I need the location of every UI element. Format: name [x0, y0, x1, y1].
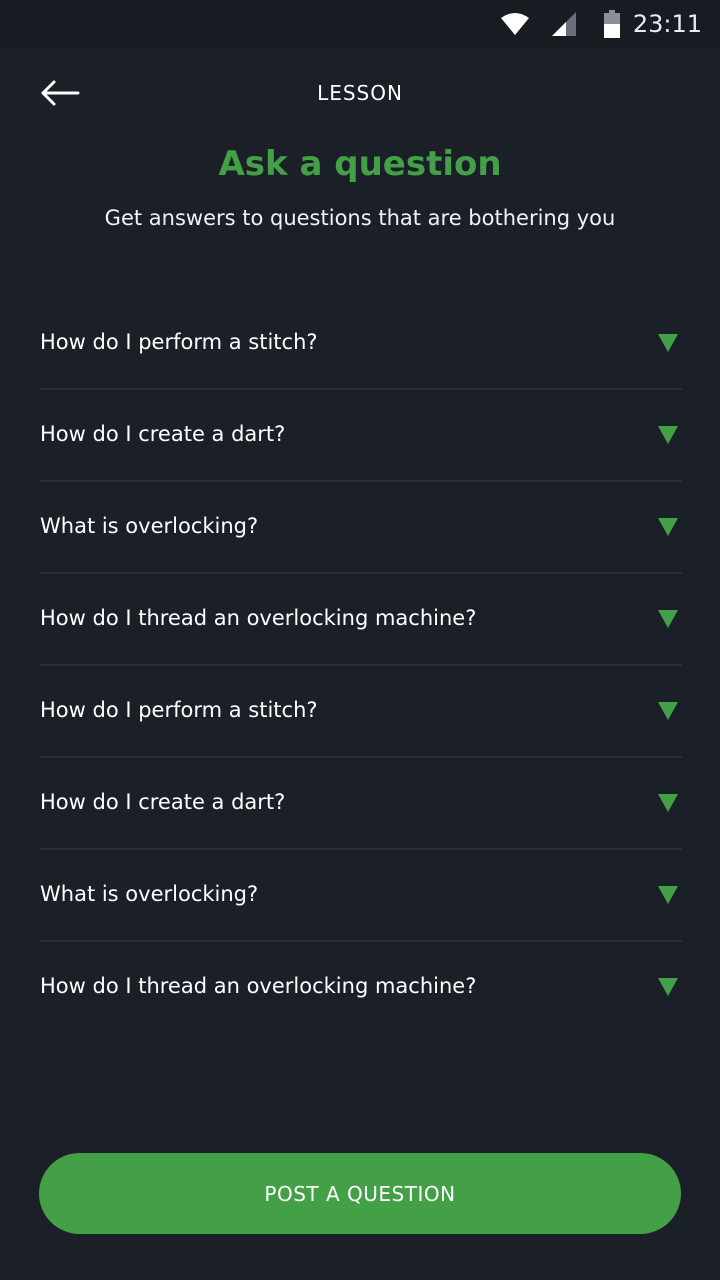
question-item[interactable]: How do I thread an overlocking machine?: [40, 574, 682, 666]
question-item[interactable]: How do I create a dart?: [40, 390, 682, 482]
triangle-down-icon: [658, 610, 678, 628]
triangle-down-icon: [658, 702, 678, 720]
question-item[interactable]: What is overlocking?: [40, 850, 682, 942]
question-label: How do I thread an overlocking machine?: [40, 974, 477, 998]
top-app-bar: LESSON: [0, 48, 720, 138]
topbar-title: LESSON: [317, 81, 403, 105]
question-item[interactable]: How do I perform a stitch?: [40, 666, 682, 758]
post-question-button[interactable]: POST A QUESTION: [39, 1153, 681, 1234]
triangle-down-icon: [658, 886, 678, 904]
battery-icon: [604, 10, 620, 38]
question-label: How do I perform a stitch?: [40, 330, 318, 354]
status-time: 23:11: [632, 10, 702, 38]
triangle-down-icon: [658, 518, 678, 536]
question-label: What is overlocking?: [40, 882, 259, 906]
question-label: How do I thread an overlocking machine?: [40, 606, 477, 630]
question-item[interactable]: What is overlocking?: [40, 482, 682, 574]
triangle-down-icon: [658, 426, 678, 444]
triangle-down-icon: [658, 794, 678, 812]
question-label: How do I create a dart?: [40, 422, 286, 446]
question-label: How do I create a dart?: [40, 790, 286, 814]
question-item[interactable]: How do I thread an overlocking machine?: [40, 942, 682, 1032]
wifi-icon: [501, 13, 529, 35]
question-item[interactable]: How do I perform a stitch?: [40, 298, 682, 390]
question-label: How do I perform a stitch?: [40, 698, 318, 722]
question-label: What is overlocking?: [40, 514, 259, 538]
triangle-down-icon: [658, 334, 678, 352]
status-bar: 23:11: [0, 0, 720, 48]
page-title: Ask a question: [218, 144, 502, 184]
page-subtitle: Get answers to questions that are bother…: [104, 206, 616, 230]
question-item[interactable]: How do I create a dart?: [40, 758, 682, 850]
triangle-down-icon: [658, 978, 678, 996]
signal-icon: [552, 12, 576, 36]
question-list: How do I perform a stitch? How do I crea…: [40, 298, 682, 1032]
